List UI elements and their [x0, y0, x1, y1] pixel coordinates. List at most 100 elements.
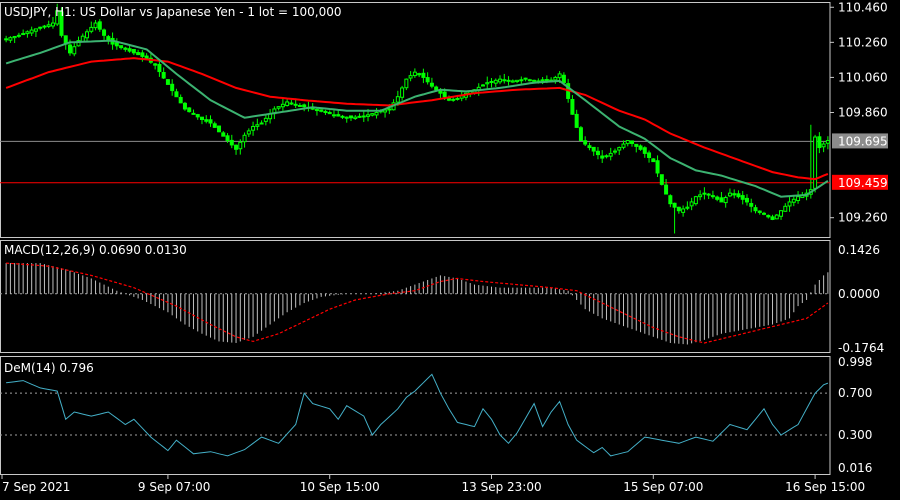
candle-body	[817, 136, 822, 149]
candle-body	[123, 47, 128, 50]
price-axis-ticks: 110.460 110.260 110.060 109.860 109.260	[830, 0, 888, 225]
candle-body	[293, 103, 298, 106]
candle-body	[702, 192, 707, 195]
candle-body	[455, 97, 460, 100]
candle-body	[161, 72, 166, 79]
last-price-label: 109.695	[838, 134, 888, 148]
candle-body	[417, 73, 422, 76]
candle-body	[442, 91, 447, 98]
candle-body	[165, 79, 170, 85]
candle-body	[29, 29, 34, 34]
candle-body	[336, 114, 341, 117]
candle-body	[617, 147, 622, 151]
candle-body	[93, 22, 98, 29]
candle-body	[38, 26, 43, 29]
candle-body	[67, 44, 72, 54]
candle-body	[344, 116, 349, 119]
candle-body	[591, 146, 596, 152]
candle-body	[502, 79, 507, 82]
candle-body	[114, 42, 119, 47]
red-price-label: 109.459	[838, 176, 888, 190]
candle-body	[608, 152, 613, 157]
candle-body	[195, 114, 200, 118]
candle-body	[319, 109, 324, 112]
candle-body	[50, 22, 55, 27]
candle-body	[234, 144, 239, 150]
candle-body	[251, 126, 256, 131]
candle-body	[72, 46, 77, 55]
candle-body	[634, 143, 639, 147]
demarker-axis-ticks: 0.998 0.700 0.300 0.016	[838, 355, 872, 475]
candle-body	[297, 104, 302, 107]
price-tick-label: 110.260	[838, 35, 888, 49]
candle-body	[519, 79, 524, 82]
price-border	[0, 2, 831, 238]
candle-body	[204, 119, 209, 122]
candle-body	[221, 132, 226, 137]
candle-body	[187, 107, 192, 113]
candle-body	[12, 35, 17, 39]
chart-window[interactable]: USDJPY, H1: US Dollar vs Japanese Yen - …	[0, 0, 900, 500]
candle-body	[208, 119, 213, 124]
candle-body	[638, 145, 643, 150]
candle-body	[174, 91, 179, 98]
candle-body	[97, 21, 102, 30]
candle-body	[46, 24, 51, 27]
candle-body	[655, 160, 660, 174]
candle-body	[421, 72, 426, 78]
candle-body	[259, 122, 264, 125]
candle-body	[753, 207, 758, 212]
candle-body	[791, 198, 796, 203]
candle-body	[715, 196, 720, 200]
time-tick-label: 13 Sep 23:00	[462, 480, 542, 494]
candle-body	[199, 116, 204, 121]
candle-body	[672, 202, 677, 208]
candle-body	[770, 216, 775, 220]
price-panel[interactable]: USDJPY, H1: US Dollar vs Japanese Yen - …	[0, 0, 888, 234]
candle-body	[153, 63, 158, 66]
time-tick-label: 7 Sep 2021	[2, 480, 70, 494]
candle-body	[664, 184, 669, 195]
candle-body	[191, 112, 196, 115]
candle-body	[4, 38, 9, 41]
candle-body	[570, 99, 575, 115]
candle-body	[625, 140, 630, 145]
candle-body	[544, 79, 549, 82]
candle-body	[289, 102, 294, 105]
candle-body	[387, 108, 392, 111]
candle-body	[651, 158, 656, 163]
demarker-tick-label: 0.016	[838, 461, 872, 475]
candle-body	[659, 174, 664, 185]
candle-body	[25, 31, 30, 35]
candle-body	[16, 34, 21, 37]
candle-body	[102, 29, 107, 36]
candle-body	[404, 78, 409, 89]
candle-body	[127, 48, 132, 52]
candle-body	[178, 96, 183, 104]
candle-body	[698, 194, 703, 198]
candle-body	[693, 196, 698, 205]
macd-panel[interactable]: MACD(12,26,9) 0.0690 0.0130 0.1426 0.0000…	[0, 243, 884, 355]
candle-body	[706, 193, 711, 196]
chart-canvas[interactable]: USDJPY, H1: US Dollar vs Japanese Yen - …	[0, 0, 900, 500]
candle-body	[400, 87, 405, 98]
candle-body	[740, 195, 745, 200]
candle-body	[578, 127, 583, 142]
candle-body	[595, 150, 600, 156]
candle-body	[280, 103, 285, 108]
macd-border	[0, 240, 831, 353]
candle-body	[489, 81, 494, 84]
candle-body	[774, 214, 779, 220]
time-tick-label: 10 Sep 15:00	[300, 480, 380, 494]
demarker-panel[interactable]: DeM(14) 0.796 0.998 0.700 0.300 0.016	[0, 355, 872, 475]
candle-body	[429, 82, 434, 87]
candle-body	[182, 102, 187, 110]
candle-body	[42, 25, 47, 28]
time-axis: 7 Sep 2021 9 Sep 07:00 10 Sep 15:00 13 Sep …	[1, 474, 865, 494]
candle-body	[527, 79, 532, 82]
candle-body	[510, 80, 515, 83]
candle-body	[498, 78, 503, 83]
candle-body	[170, 83, 175, 92]
candle-body	[366, 114, 371, 117]
candle-body	[131, 49, 136, 54]
